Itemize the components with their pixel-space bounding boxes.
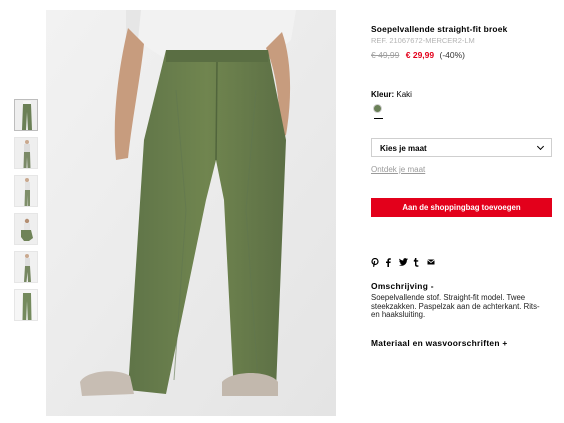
price-block: € 49,99 € 29,99 (-40%)	[371, 50, 553, 61]
size-select[interactable]: Kies je maat	[371, 138, 552, 157]
thumbnail-flat[interactable]	[14, 289, 38, 321]
thumbnail-front[interactable]	[14, 99, 38, 131]
size-select-label: Kies je maat	[380, 144, 427, 153]
color-label: Kleur:	[371, 90, 395, 99]
thumbnail-list	[14, 99, 38, 327]
share-icons	[371, 257, 435, 267]
twitter-icon[interactable]	[399, 258, 408, 266]
description-text: Soepelvallende stof. Straight-fit model.…	[371, 293, 540, 320]
thumbnail-side[interactable]	[14, 251, 38, 283]
product-reference: REF. 21067672-MERCER2-LM	[371, 36, 475, 45]
tumblr-icon[interactable]	[413, 257, 421, 267]
product-main-image[interactable]	[46, 10, 336, 416]
selected-swatch-indicator	[374, 118, 383, 119]
product-title: Soepelvallende straight-fit broek	[371, 24, 508, 34]
thumbnail-pose[interactable]	[14, 175, 38, 207]
thumbnail-seated[interactable]	[14, 213, 38, 245]
sale-price: € 29,99	[405, 50, 435, 60]
chevron-down-icon	[536, 142, 545, 151]
color-row: Kleur: Kaki	[371, 90, 412, 99]
thumbnail-full-body[interactable]	[14, 137, 38, 169]
material-care-toggle[interactable]: Materiaal en wasvoorschriften +	[371, 338, 508, 348]
description-toggle[interactable]: Omschrijving -	[371, 281, 434, 291]
product-info: Soepelvallende straight-fit broek REF. 2…	[371, 24, 553, 61]
facebook-icon[interactable]	[385, 257, 393, 267]
old-price: € 49,99	[371, 50, 400, 60]
color-value: Kaki	[396, 90, 412, 99]
discount-badge: (-40%)	[439, 50, 466, 60]
color-swatch-kaki[interactable]	[373, 104, 382, 113]
add-to-bag-button[interactable]: Aan de shoppingbag toevoegen	[371, 198, 552, 217]
size-guide-link[interactable]: Ontdek je maat	[371, 165, 425, 174]
pinterest-icon[interactable]	[371, 257, 379, 267]
email-icon[interactable]	[427, 259, 435, 265]
